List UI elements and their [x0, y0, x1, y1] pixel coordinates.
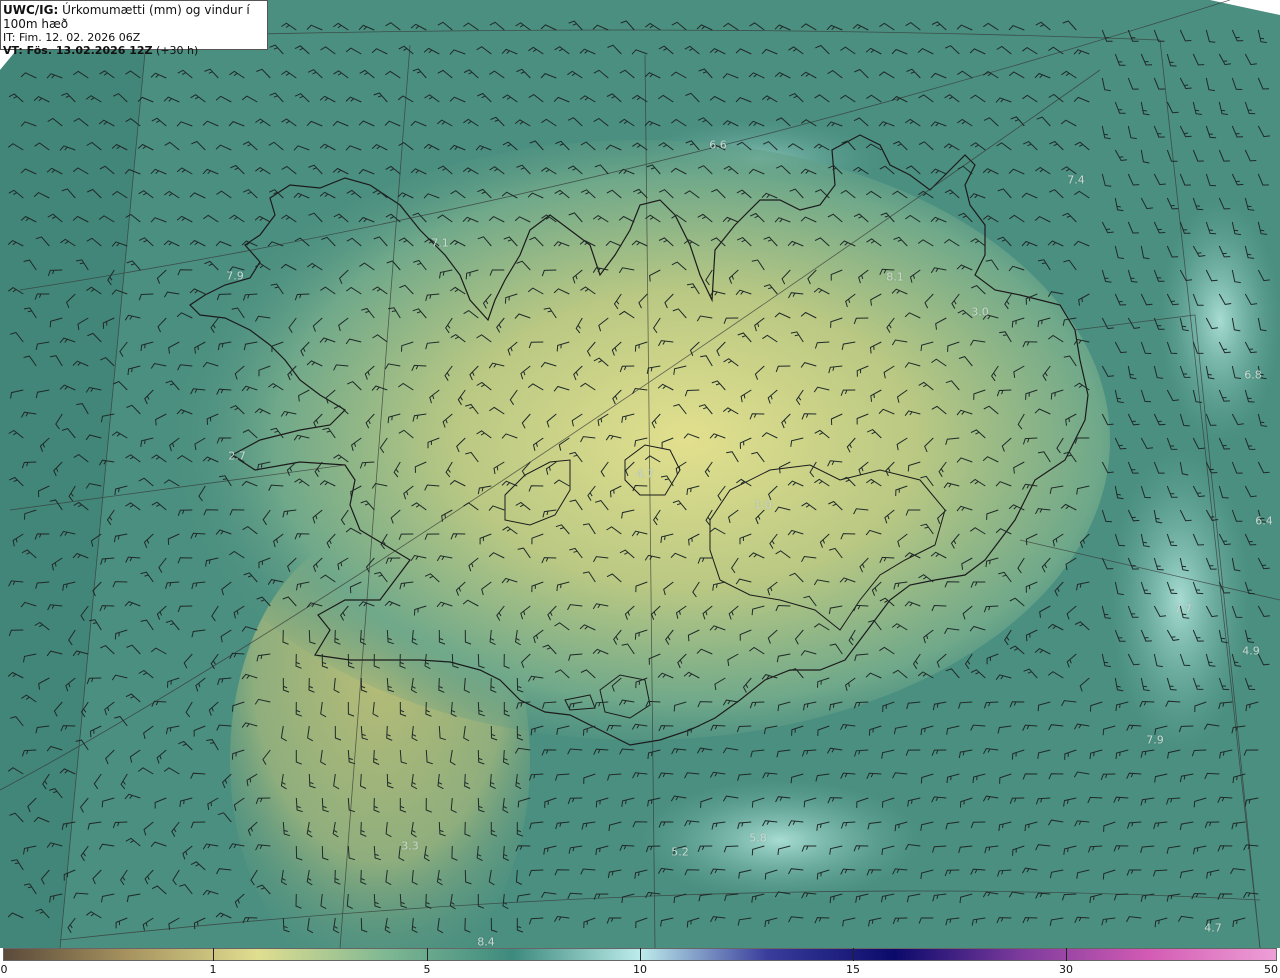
value-label: 6.4 [1255, 514, 1273, 528]
value-label: 5.8 [749, 831, 767, 845]
colorbar-label: 0 [0, 963, 8, 976]
colorbar-label: 50 [1264, 963, 1278, 976]
value-label: 5.2 [671, 845, 689, 859]
map-header: UWC/IG: Úrkomumætti (mm) og vindur í 100… [0, 0, 268, 57]
value-label: 7.9 [226, 269, 244, 283]
colorbar-tick [213, 948, 214, 961]
value-label: 4.9 [1242, 644, 1260, 658]
value-label: 7.1 [431, 236, 449, 250]
header-title: UWC/IG: Úrkomumætti (mm) og vindur í 100… [3, 3, 250, 31]
colorbar-label: 5 [423, 963, 431, 976]
colorbar-tick [427, 948, 428, 961]
value-label: 3.3 [401, 839, 419, 853]
value-label: 6.6 [709, 138, 727, 152]
value-label: 2.7 [228, 449, 246, 463]
value-label: 6.8 [1244, 368, 1262, 382]
colorbar-label: 10 [633, 963, 647, 976]
colorbar-label: 15 [846, 963, 860, 976]
colorbar-label: 30 [1059, 963, 1073, 976]
value-label: 4.7 [1204, 921, 1222, 935]
value-label: 4.7 [636, 467, 654, 481]
colorbar-legend: 0 1 5 10 15 30 50 [0, 948, 1280, 978]
value-label: 8.4 [477, 935, 495, 949]
colorbar-tick [853, 948, 854, 961]
header-valid-time: VT: Fös. 13.02.2026 12Z (+30 h) [3, 44, 199, 57]
value-label: 7.9 [1146, 733, 1164, 747]
colorbar-tick [640, 948, 641, 961]
header-init-time: IT: Fim. 12. 02. 2026 06Z [3, 31, 141, 44]
value-label: 3.0 [971, 305, 989, 319]
value-label: 7.4 [1067, 173, 1085, 187]
value-label: 1.0 [754, 498, 772, 512]
value-label: 8.1 [886, 270, 904, 284]
colorbar-label: 1 [209, 963, 217, 976]
value-label: 7.7 [1174, 602, 1192, 616]
colorbar-tick [1066, 948, 1067, 961]
